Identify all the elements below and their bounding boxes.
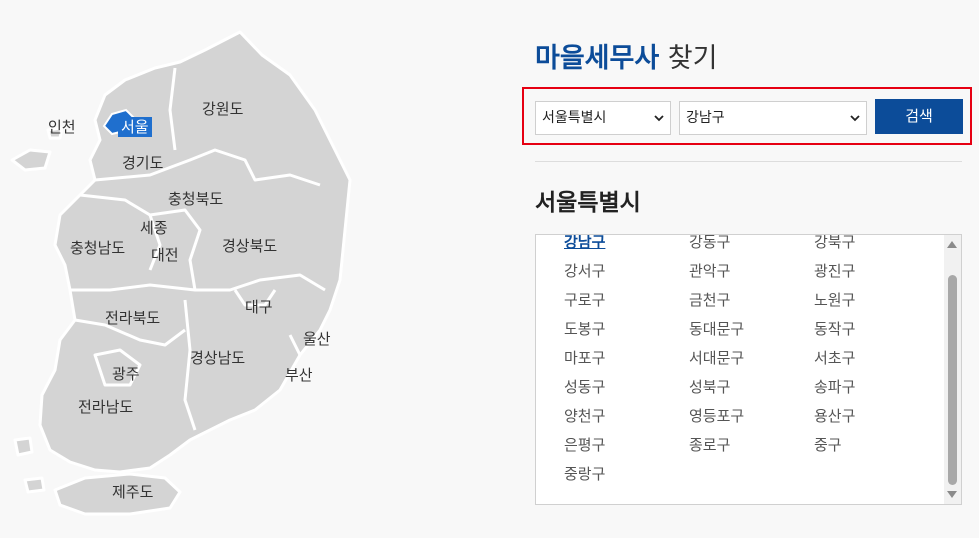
district-link[interactable]: 강동구 [689, 235, 730, 252]
region-gyeonggi[interactable]: 경기도 [122, 154, 163, 172]
region-jeju[interactable]: 제주도 [112, 483, 153, 501]
region-daegu[interactable]: 대구 [245, 298, 273, 316]
region-gwangju[interactable]: 광주 [112, 365, 140, 383]
district-link[interactable]: 양천구 [564, 406, 605, 426]
region-seoul[interactable]: 서울 [118, 117, 152, 137]
korea-map: 인천 서울 강원도 경기도 충청북도 세종 충청남도 대전 경상북도 대구 전라… [0, 0, 500, 538]
page-title-rest: 찾기 [659, 43, 718, 74]
scroll-down-icon[interactable] [947, 491, 957, 498]
region-incheon[interactable]: 인천 [48, 118, 76, 136]
district-link[interactable]: 동대문구 [689, 319, 744, 339]
scrollbar[interactable] [944, 235, 961, 504]
region-gangwon[interactable]: 강원도 [202, 100, 243, 118]
district-link[interactable]: 마포구 [564, 348, 605, 368]
district-link[interactable]: 송파구 [814, 377, 855, 397]
region-jeonbuk[interactable]: 전라북도 [105, 309, 160, 327]
district-link[interactable]: 용산구 [814, 406, 855, 426]
region-ulsan[interactable]: 울산 [303, 330, 331, 348]
district-list[interactable]: 강남구 강동구 강북구강서구 관악구 광진구구로구 금천구 노원구도봉구 동대문구 동작구마포구… [535, 234, 962, 505]
district-select[interactable]: 강남구 [679, 101, 867, 135]
district-select-value: 강남구 [686, 110, 725, 126]
district-link[interactable]: 종로구 [689, 435, 730, 455]
region-daejeon[interactable]: 대전 [151, 246, 179, 264]
district-link[interactable]: 도봉구 [564, 319, 605, 339]
district-link[interactable]: 성북구 [689, 377, 730, 397]
korea-map-shape [10, 30, 352, 516]
region-gyeongbuk[interactable]: 경상북도 [222, 237, 277, 255]
district-link[interactable]: 영등포구 [689, 406, 744, 426]
district-link[interactable]: 구로구 [564, 290, 605, 310]
district-link[interactable]: 중랑구 [564, 464, 605, 484]
region-busan[interactable]: 부산 [285, 366, 313, 384]
district-link[interactable]: 서대문구 [689, 348, 744, 368]
district-link[interactable]: 노원구 [814, 290, 855, 310]
region-chungnam[interactable]: 충청남도 [70, 239, 125, 257]
scroll-up-icon[interactable] [947, 241, 957, 248]
district-link[interactable]: 관악구 [689, 261, 730, 281]
page-title: 마을세무사 찾기 [535, 42, 717, 76]
district-link[interactable]: 성동구 [564, 377, 605, 397]
divider [535, 161, 962, 162]
district-link[interactable]: 금천구 [689, 290, 730, 310]
district-link[interactable]: 은평구 [564, 435, 605, 455]
search-button[interactable]: 검색 [875, 99, 963, 134]
province-select-value: 서울특별시 [542, 110, 607, 126]
district-link[interactable]: 동작구 [814, 319, 855, 339]
district-link[interactable]: 중구 [814, 435, 842, 455]
region-gyeongnam[interactable]: 경상남도 [190, 349, 245, 367]
district-link[interactable]: 강북구 [814, 235, 855, 252]
district-link[interactable]: 서초구 [814, 348, 855, 368]
scrollbar-thumb[interactable] [948, 275, 957, 485]
province-select[interactable]: 서울특별시 [535, 101, 671, 135]
district-link[interactable]: 강서구 [564, 261, 605, 281]
chevron-down-icon [850, 115, 860, 122]
region-chungbuk[interactable]: 충청북도 [168, 190, 223, 208]
district-link[interactable]: 광진구 [814, 261, 855, 281]
district-link[interactable]: 강남구 [564, 235, 605, 252]
search-form: 서울특별시 강남구 검색 [522, 87, 972, 145]
section-title: 서울특별시 [535, 190, 641, 216]
page-title-accent: 마을세무사 [535, 43, 660, 74]
region-jeonnam[interactable]: 전라남도 [78, 398, 133, 416]
chevron-down-icon [654, 115, 664, 122]
region-sejong[interactable]: 세종 [140, 219, 168, 237]
